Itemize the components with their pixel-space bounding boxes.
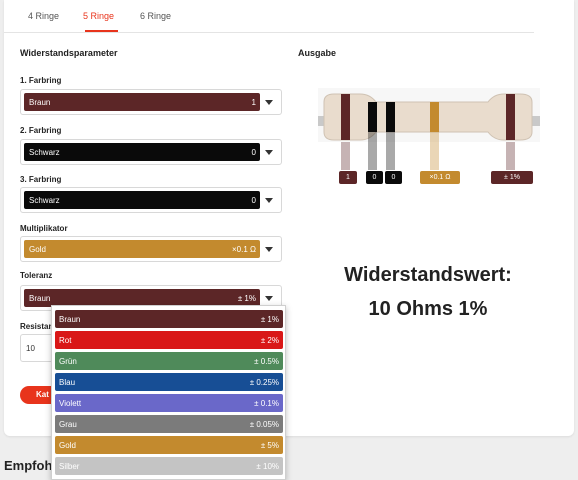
- option-value: ± 0.05%: [249, 420, 279, 429]
- tolerance-option[interactable]: Rot ± 2%: [55, 331, 283, 349]
- active-tab-indicator: [85, 30, 118, 32]
- ring3-color-name: Schwarz: [29, 196, 60, 205]
- tolerance-option[interactable]: Braun ± 1%: [55, 310, 283, 328]
- tolerance-option[interactable]: Gold ± 5%: [55, 436, 283, 454]
- field-label-multiplier: Multiplikator: [20, 224, 68, 233]
- ring1-color-value: 1: [251, 98, 256, 107]
- band-tolerance-stem: [506, 142, 515, 170]
- output-title: Ausgabe: [298, 48, 337, 58]
- multiplier-color-swatch: Gold ×0.1 Ω: [24, 240, 260, 258]
- option-value: ± 0.1%: [254, 399, 279, 408]
- band-3-stem: [386, 132, 395, 170]
- tolerance-option[interactable]: Grün ± 0.5%: [55, 352, 283, 370]
- band-2-chip: 0: [366, 171, 383, 184]
- result-value: 10 Ohms 1%: [368, 298, 488, 320]
- resistor-band-tolerance: [506, 94, 515, 140]
- field-label-resistance: Resistan: [20, 322, 54, 331]
- band-1-chip: 1: [339, 171, 357, 184]
- band-multiplier-chip: ×0.1 Ω: [420, 171, 460, 184]
- option-name: Silber: [59, 462, 80, 471]
- option-name: Gold: [59, 441, 76, 450]
- chevron-down-icon: [265, 150, 273, 155]
- resistor-band-1: [341, 94, 350, 140]
- ring2-color-swatch: Schwarz 0: [24, 143, 260, 161]
- resistor-band-multiplier: [430, 102, 439, 132]
- tolerance-color-name: Braun: [29, 294, 51, 303]
- option-value: ± 0.5%: [254, 357, 279, 366]
- option-name: Grau: [59, 420, 77, 429]
- ring-tabs: 4 Ringe 5 Ringe 6 Ringe: [4, 0, 534, 33]
- field-label-ring3: 3. Farbring: [20, 175, 62, 184]
- option-value: ± 5%: [260, 441, 279, 450]
- option-value: ± 0.25%: [249, 378, 279, 387]
- chevron-down-icon: [265, 296, 273, 301]
- chevron-down-icon: [265, 198, 273, 203]
- option-name: Grün: [59, 357, 77, 366]
- multiplier-select[interactable]: Gold ×0.1 Ω: [20, 236, 282, 262]
- band-3-chip: 0: [385, 171, 402, 184]
- tolerance-option[interactable]: Blau ± 0.25%: [55, 373, 283, 391]
- option-name: Braun: [59, 315, 81, 324]
- tolerance-option[interactable]: Violett ± 0.1%: [55, 394, 283, 412]
- band-1-stem: [341, 142, 350, 170]
- option-value: ± 2%: [260, 336, 279, 345]
- tab-6-rings[interactable]: 6 Ringe: [140, 11, 171, 21]
- band-tolerance-chip: ± 1%: [491, 171, 533, 184]
- ring3-select[interactable]: Schwarz 0: [20, 187, 282, 213]
- multiplier-color-value: ×0.1 Ω: [232, 245, 256, 254]
- multiplier-color-name: Gold: [29, 245, 46, 254]
- chevron-down-icon: [265, 247, 273, 252]
- ring3-color-value: 0: [251, 196, 256, 205]
- tolerance-dropdown: Braun ± 1% Rot ± 2% Grün ± 0.5% Blau ± 0.25%…: [51, 305, 286, 480]
- field-label-tolerance: Toleranz: [20, 271, 53, 280]
- ring1-select[interactable]: Braun 1: [20, 89, 282, 115]
- recommendations-heading: Empfoh: [4, 458, 53, 473]
- band-2-stem: [368, 132, 377, 170]
- result-title: Widerstandswert:: [344, 264, 512, 286]
- option-name: Rot: [59, 336, 72, 345]
- params-title: Widerstandsparameter: [20, 48, 118, 58]
- tab-4-rings[interactable]: 4 Ringe: [28, 11, 59, 21]
- field-label-ring2: 2. Farbring: [20, 126, 62, 135]
- band-multiplier-stem: [430, 132, 439, 170]
- chevron-down-icon: [265, 100, 273, 105]
- resistor-band-2: [368, 102, 377, 132]
- option-value: ± 1%: [260, 315, 279, 324]
- tolerance-option[interactable]: Grau ± 0.05%: [55, 415, 283, 433]
- tolerance-option[interactable]: Silber ± 10%: [55, 457, 283, 475]
- tab-5-rings[interactable]: 5 Ringe: [83, 11, 114, 21]
- option-name: Blau: [59, 378, 76, 387]
- calculate-button-label: Kat: [36, 390, 49, 399]
- ring1-color-swatch: Braun 1: [24, 93, 260, 111]
- ring2-color-name: Schwarz: [29, 148, 60, 157]
- ring2-color-value: 0: [251, 148, 256, 157]
- ring2-select[interactable]: Schwarz 0: [20, 139, 282, 165]
- ring1-color-name: Braun: [29, 98, 51, 107]
- tolerance-color-value: ± 1%: [237, 294, 256, 303]
- ring3-color-swatch: Schwarz 0: [24, 191, 260, 209]
- field-label-ring1: 1. Farbring: [20, 76, 62, 85]
- option-name: Violett: [59, 399, 82, 408]
- resistor-band-3: [386, 102, 395, 132]
- option-value: ± 10%: [256, 462, 279, 471]
